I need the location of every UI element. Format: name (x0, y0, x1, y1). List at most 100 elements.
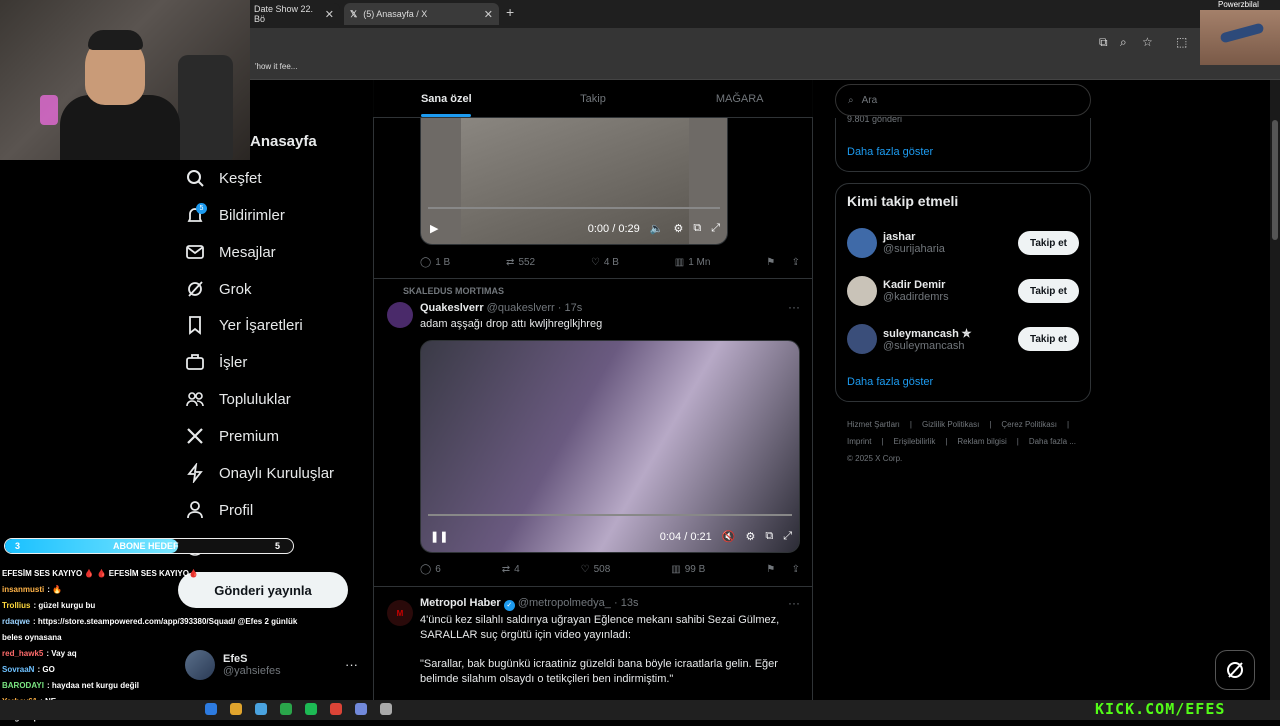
sidebar-item-label: Profil (219, 501, 254, 519)
sidebar-item-6[interactable]: İşler (185, 352, 247, 372)
like-button[interactable]: ♡ 508 (581, 564, 611, 575)
views-button[interactable]: ▥ 99 B (671, 564, 705, 575)
video-progress[interactable] (428, 514, 792, 516)
reply-button[interactable]: ◯ 6 (420, 564, 441, 575)
sidebar-item-7[interactable]: Topluluklar (185, 389, 291, 409)
suggestion-handle: @kadirdemrs (883, 291, 949, 303)
tweet-video[interactable] (420, 340, 800, 553)
close-icon[interactable]: ✕ (325, 8, 334, 21)
more-icon[interactable]: ··· (788, 300, 800, 314)
edge-icon[interactable] (205, 703, 217, 715)
share-icon[interactable]: ⇪ (792, 564, 800, 575)
avatar[interactable] (387, 302, 413, 328)
suggestion-handle: @surijaharia (883, 243, 945, 255)
browser-tab[interactable]: Date Show 22. Bö ✕ (248, 3, 340, 25)
sidebar-item-8[interactable]: Premium (185, 426, 279, 446)
bookmark-item[interactable]: 'how it fee... (255, 62, 297, 71)
retweet-button[interactable]: ⇄ 4 (502, 564, 520, 575)
share-icon[interactable]: ⇪ (792, 257, 800, 268)
author-handle[interactable]: @metropolmedya_ (518, 597, 611, 609)
views-button[interactable]: ▥ 1 Mn (675, 257, 711, 268)
store-icon[interactable] (255, 703, 267, 715)
footer-link[interactable]: Reklam bilgisi (957, 437, 1006, 446)
follow-button[interactable]: Takip et (1017, 231, 1079, 255)
obs-icon[interactable] (380, 703, 392, 715)
more-icon[interactable]: ··· (345, 657, 358, 672)
spotify-icon[interactable] (305, 703, 317, 715)
follow-button[interactable]: Takip et (1017, 279, 1079, 303)
mail-icon[interactable] (280, 703, 292, 715)
footer-link[interactable]: Gizlilik Politikası (922, 420, 979, 429)
close-icon[interactable]: ✕ (484, 8, 493, 21)
star-icon[interactable]: ☆ (1142, 35, 1153, 49)
grok-button[interactable] (1215, 650, 1255, 690)
avatar[interactable] (847, 324, 877, 354)
discord-icon[interactable] (355, 703, 367, 715)
tweet-text: adam aşşağı drop attı kwljhreglkjhreg (420, 318, 603, 330)
fullscreen-icon[interactable]: ⤢ (711, 222, 720, 235)
reply-button[interactable]: ◯ 1 B (420, 257, 450, 268)
scrollbar[interactable] (1270, 80, 1280, 700)
sidebar-item-3[interactable]: Mesajlar (185, 242, 276, 262)
tweet-time[interactable]: · 13s (614, 597, 638, 609)
avatar[interactable] (847, 228, 877, 258)
chrome-icon[interactable] (330, 703, 342, 715)
footer-separator: | (1016, 437, 1019, 446)
browser-tab-active[interactable]: 𝕏 (5) Anasayfa / X ✕ (344, 3, 499, 25)
tab-for-you[interactable]: Sana özel (373, 80, 520, 117)
tab-magara[interactable]: MAĞARA (666, 80, 813, 117)
follow-button[interactable]: Takip et (1017, 327, 1079, 351)
avatar[interactable] (847, 276, 877, 306)
zoom-icon[interactable]: ⌕ (1120, 35, 1127, 50)
follow-suggestion[interactable]: jashar @surijaharia Takip et (847, 228, 1079, 258)
show-more-link[interactable]: Daha fazla göster (847, 146, 933, 158)
new-tab-icon[interactable]: + (506, 4, 514, 20)
fullscreen-icon[interactable]: ⤢ (783, 530, 792, 543)
extensions-icon[interactable]: ⬚ (1176, 35, 1187, 49)
chat-text: : GO (37, 665, 55, 674)
play-icon[interactable]: ▶ (430, 222, 438, 235)
kick-watermark: KICK.COM/EFES (1095, 700, 1226, 718)
footer-link[interactable]: Erişilebilirlik (894, 437, 936, 446)
sidebar-item-9[interactable]: Onaylı Kuruluşlar (185, 463, 334, 483)
nav-home-label[interactable]: Anasayfa (250, 133, 317, 150)
pause-icon[interactable]: ❚❚ (430, 530, 448, 543)
footer-link[interactable]: Hizmet Şartları (847, 420, 900, 429)
tweet-time[interactable]: · 17s (558, 302, 582, 314)
install-icon[interactable]: ⧉ (1099, 35, 1108, 50)
sidebar-item-4[interactable]: Grok (185, 279, 252, 299)
pip-icon[interactable]: ⧉ (693, 222, 701, 235)
footer-link[interactable]: Imprint (847, 437, 871, 446)
thumbnail-label: Powerzbilal (1218, 0, 1259, 9)
files-icon[interactable] (230, 703, 242, 715)
bookmark-icon[interactable]: ⚑ (766, 257, 775, 268)
sub-goal-bar: 3 ABONE HEDEF 5 (4, 538, 294, 554)
footer-link[interactable]: © 2025 X Corp. (847, 454, 902, 463)
settings-icon[interactable]: ⚙ (673, 222, 683, 235)
pip-icon[interactable]: ⧉ (765, 530, 773, 543)
search-input[interactable]: ⌕ Ara (835, 84, 1091, 116)
retweet-button[interactable]: ⇄ 552 (506, 257, 535, 268)
tweet-context[interactable]: SKALEDUS MORTIMAS (403, 286, 504, 296)
footer-link[interactable]: Daha fazla ... (1029, 437, 1076, 446)
mute-icon[interactable]: 🔇 (722, 530, 736, 543)
follow-suggestion[interactable]: Kadir Demir @kadirdemrs Takip et (847, 276, 1079, 306)
sidebar-item-10[interactable]: Profil (185, 500, 253, 520)
footer-link[interactable]: Çerez Politikası (1001, 420, 1057, 429)
bookmark-icon[interactable]: ⚑ (766, 564, 775, 575)
settings-icon[interactable]: ⚙ (745, 530, 755, 543)
avatar[interactable]: M (387, 600, 413, 626)
more-icon[interactable]: ··· (788, 596, 800, 610)
author-handle[interactable]: @quakeslverr (487, 302, 555, 314)
sidebar-item-1[interactable]: Keşfet (185, 168, 262, 188)
follow-suggestion[interactable]: suleymancash ✯ @suleymancash Takip et (847, 324, 1079, 354)
sidebar-item-5[interactable]: Yer İşaretleri (185, 315, 303, 335)
like-button[interactable]: ♡ 4 B (591, 257, 619, 268)
video-progress[interactable] (428, 207, 720, 209)
show-more-link[interactable]: Daha fazla göster (847, 376, 933, 388)
volume-icon[interactable]: 🔈 (650, 222, 664, 235)
chat-message: BARODAYI: haydaa net kurgu değil (2, 678, 302, 694)
author-name[interactable]: Quakeslverr (420, 302, 484, 314)
author-name[interactable]: Metropol Haber (420, 597, 501, 609)
tab-following[interactable]: Takip (520, 80, 667, 117)
